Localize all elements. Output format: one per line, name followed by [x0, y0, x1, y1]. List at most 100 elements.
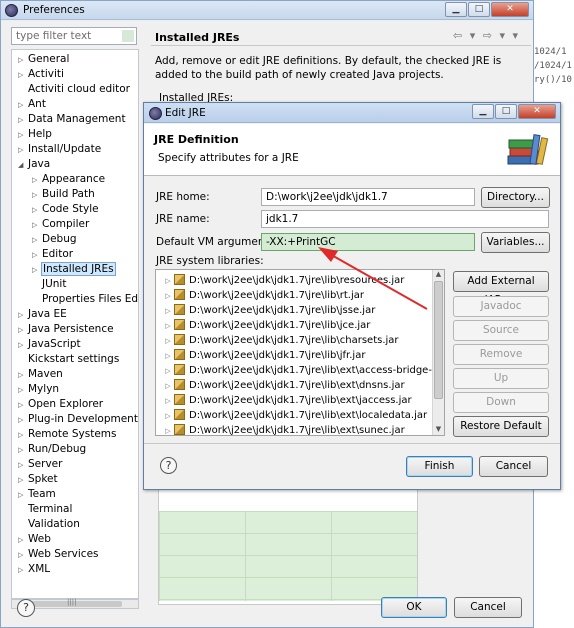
collapsed-twisty-icon[interactable]: ▷: [18, 548, 28, 563]
scroll-up-icon[interactable]: ▲: [434, 270, 443, 280]
add-external-jars-button[interactable]: Add External JARs...: [453, 271, 549, 306]
remove-button[interactable]: Remove: [453, 344, 549, 365]
close-icon[interactable]: ✕: [518, 104, 556, 119]
collapsed-twisty-icon[interactable]: ▷: [18, 428, 28, 443]
tree-item[interactable]: ▷ Plug-in Development: [18, 412, 138, 427]
tree-item[interactable]: ▷ Java EE: [18, 307, 67, 322]
library-row[interactable]: ▷ D:\work\j2ee\jdk\jdk1.7\jre\lib\jfr.jar: [156, 348, 365, 363]
collapsed-twisty-icon[interactable]: ▷: [18, 488, 28, 503]
collapsed-twisty-icon[interactable]: ▷: [32, 233, 42, 248]
collapsed-twisty-icon[interactable]: ▷: [162, 289, 174, 304]
down-button[interactable]: Down: [453, 392, 549, 413]
tree-item[interactable]: ▷ Compiler: [32, 217, 89, 232]
tree-item[interactable]: Properties Files Edito: [32, 292, 138, 307]
tree-item[interactable]: ▷ General: [18, 52, 69, 67]
variables-button[interactable]: Variables...: [481, 232, 550, 253]
page-navigation-icons[interactable]: ⇦ ▾ ⇨ ▾ ▾: [453, 29, 520, 42]
clear-filter-icon[interactable]: [122, 30, 134, 42]
tree-item[interactable]: ▷ Server: [18, 457, 62, 472]
help-icon[interactable]: ?: [160, 457, 177, 474]
collapsed-twisty-icon[interactable]: ▷: [18, 368, 28, 383]
help-icon[interactable]: ?: [17, 599, 35, 617]
collapsed-twisty-icon[interactable]: ▷: [18, 98, 28, 113]
tree-item[interactable]: ▷ Open Explorer: [18, 397, 103, 412]
tree-item[interactable]: ▷ XML: [18, 562, 50, 577]
tree-item[interactable]: ▷ Installed JREs: [32, 262, 116, 278]
tree-item[interactable]: ▷ Remote Systems: [18, 427, 116, 442]
javadoc-location-button[interactable]: Javadoc Location...: [453, 296, 549, 331]
tree-item[interactable]: Terminal: [18, 502, 72, 517]
tree-item[interactable]: ▷ Java Persistence: [18, 322, 114, 337]
library-row[interactable]: ▷ D:\work\j2ee\jdk\jdk1.7\jre\lib\ext\sun…: [156, 423, 405, 435]
tree-item[interactable]: JUnit: [32, 277, 66, 292]
tree-item[interactable]: ▷ Build Path: [32, 187, 95, 202]
tree-item[interactable]: ▷ Data Management: [18, 112, 126, 127]
minimize-icon[interactable]: ▁: [472, 104, 494, 119]
tree-item[interactable]: Activiti cloud editor: [18, 82, 130, 97]
collapsed-twisty-icon[interactable]: ▷: [18, 68, 28, 83]
library-row[interactable]: ▷ D:\work\j2ee\jdk\jdk1.7\jre\lib\jsse.ja…: [156, 303, 375, 318]
ok-button[interactable]: OK: [381, 597, 447, 618]
tree-item[interactable]: ▷ Web Services: [18, 547, 99, 562]
library-row[interactable]: ▷ D:\work\j2ee\jdk\jdk1.7\jre\lib\ext\jac…: [156, 393, 412, 408]
collapsed-twisty-icon[interactable]: ▷: [18, 113, 28, 128]
tree-item[interactable]: ▷ Help: [18, 127, 52, 142]
collapsed-twisty-icon[interactable]: ▷: [162, 409, 174, 424]
collapsed-twisty-icon[interactable]: ▷: [18, 53, 28, 68]
scroll-down-icon[interactable]: ▼: [434, 425, 443, 435]
library-row[interactable]: ▷ D:\work\j2ee\jdk\jdk1.7\jre\lib\ext\loc…: [156, 408, 427, 423]
collapsed-twisty-icon[interactable]: ▷: [32, 218, 42, 233]
jre-name-input[interactable]: jdk1.7: [261, 210, 549, 228]
library-row[interactable]: ▷ D:\work\j2ee\jdk\jdk1.7\jre\lib\ext\dns…: [156, 378, 405, 393]
tree-item[interactable]: ▷ Code Style: [32, 202, 99, 217]
restore-default-button[interactable]: Restore Default: [453, 416, 549, 437]
tree-item[interactable]: ▷ Install/Update: [18, 142, 101, 157]
collapsed-twisty-icon[interactable]: ▷: [162, 274, 174, 289]
collapsed-twisty-icon[interactable]: ▷: [32, 188, 42, 203]
tree-item[interactable]: ▷ Team: [18, 487, 56, 502]
library-row[interactable]: ▷ D:\work\j2ee\jdk\jdk1.7\jre\lib\charset…: [156, 333, 399, 348]
tree-item[interactable]: ▷ Spket: [18, 472, 58, 487]
expanded-twisty-icon[interactable]: ◢: [18, 158, 28, 173]
collapsed-twisty-icon[interactable]: ▷: [32, 248, 42, 263]
collapsed-twisty-icon[interactable]: ▷: [18, 458, 28, 473]
preference-tree[interactable]: ▷ General ▷ Activiti Activiti cloud editor ▷ A…: [11, 49, 139, 599]
collapsed-twisty-icon[interactable]: ▷: [18, 383, 28, 398]
jre-home-input[interactable]: D:\work\j2ee\jdk\jdk1.7: [261, 188, 475, 206]
tree-item[interactable]: ▷ Activiti: [18, 67, 64, 82]
collapsed-twisty-icon[interactable]: ▷: [32, 263, 42, 278]
filter-input[interactable]: type filter text: [11, 27, 137, 45]
collapsed-twisty-icon[interactable]: ▷: [18, 308, 28, 323]
system-libraries-list[interactable]: ▷ D:\work\j2ee\jdk\jdk1.7\jre\lib\ext\sun…: [155, 269, 445, 436]
close-icon[interactable]: ✕: [491, 2, 529, 17]
collapsed-twisty-icon[interactable]: ▷: [162, 349, 174, 364]
collapsed-twisty-icon[interactable]: ▷: [32, 203, 42, 218]
collapsed-twisty-icon[interactable]: ▷: [162, 394, 174, 409]
library-row[interactable]: ▷ D:\work\j2ee\jdk\jdk1.7\jre\lib\ext\acc…: [156, 363, 444, 379]
minimize-icon[interactable]: ▁: [445, 2, 467, 17]
collapsed-twisty-icon[interactable]: ▷: [18, 338, 28, 353]
tree-item[interactable]: ▷ Editor: [32, 247, 73, 262]
tree-item[interactable]: Kickstart settings: [18, 352, 119, 367]
library-row[interactable]: ▷ D:\work\j2ee\jdk\jdk1.7\jre\lib\jce.jar: [156, 318, 370, 333]
library-row[interactable]: ▷ D:\work\j2ee\jdk\jdk1.7\jre\lib\rt.jar: [156, 288, 364, 303]
tree-item[interactable]: ◢ Java: [18, 157, 50, 172]
collapsed-twisty-icon[interactable]: ▷: [18, 473, 28, 488]
collapsed-twisty-icon[interactable]: ▷: [18, 128, 28, 143]
collapsed-twisty-icon[interactable]: ▷: [18, 563, 28, 578]
collapsed-twisty-icon[interactable]: ▷: [162, 364, 174, 379]
collapsed-twisty-icon[interactable]: ▷: [162, 379, 174, 394]
scrollbar-thumb[interactable]: [434, 281, 443, 399]
collapsed-twisty-icon[interactable]: ▷: [18, 398, 28, 413]
source-attachment-button[interactable]: Source Attachment...: [453, 320, 549, 355]
tree-item[interactable]: ▷ Web: [18, 532, 51, 547]
maximize-icon[interactable]: □: [468, 2, 490, 17]
dialog-cancel-button[interactable]: Cancel: [479, 456, 548, 477]
collapsed-twisty-icon[interactable]: ▷: [18, 443, 28, 458]
library-row[interactable]: ▷ D:\work\j2ee\jdk\jdk1.7\jre\lib\resourc…: [156, 273, 404, 288]
directory-button[interactable]: Directory...: [481, 187, 550, 208]
collapsed-twisty-icon[interactable]: ▷: [18, 533, 28, 548]
finish-button[interactable]: Finish: [406, 456, 473, 477]
collapsed-twisty-icon[interactable]: ▷: [162, 319, 174, 334]
up-button[interactable]: Up: [453, 368, 549, 389]
